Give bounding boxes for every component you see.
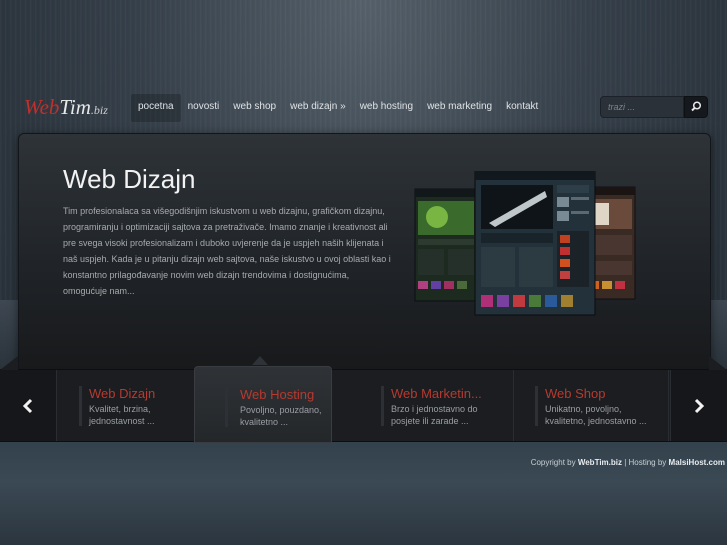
slide-title: Web Marketin... xyxy=(391,386,482,401)
chevron-left-icon xyxy=(22,398,33,414)
footer-separator: | Hosting by xyxy=(621,458,669,467)
search-input[interactable] xyxy=(600,96,684,118)
mockup-left-screen xyxy=(414,188,478,302)
footer-host-link[interactable]: MalsiHost.com xyxy=(669,458,725,467)
search-button[interactable] xyxy=(684,96,708,118)
slide-web-shop[interactable]: Web Shop Unikatno, povoljno, kvalitetno,… xyxy=(513,370,669,441)
slide-title: Web Hosting xyxy=(240,387,315,402)
hero-text: Tim profesionalaca sa višegodišnjim isku… xyxy=(63,206,391,296)
nav-item-novosti[interactable]: novosti xyxy=(181,94,227,122)
main-nav: pocetna novosti web shop web dizajn » we… xyxy=(131,94,545,122)
footer-prefix: Copyright by xyxy=(530,458,578,467)
nav-item-pocetna[interactable]: pocetna xyxy=(131,94,181,122)
slider-next-button[interactable] xyxy=(670,370,727,441)
hero-panel: Web Dizajn Tim profesionalaca sa višegod… xyxy=(18,133,711,371)
slide-marker xyxy=(535,386,538,426)
website-mockups-image xyxy=(414,171,636,316)
logo-biz-text: .biz xyxy=(90,103,108,117)
hero-title: Web Dizajn xyxy=(63,164,196,194)
footer-copyright: Copyright by WebTim.biz | Hosting by Mal… xyxy=(531,458,725,467)
active-slide-notch xyxy=(252,356,268,365)
logo-web-text: Web xyxy=(24,95,60,119)
slide-marker xyxy=(225,387,228,427)
slide-web-dizajn[interactable]: Web Dizajn Kvalitet, brzina, jednostavno… xyxy=(57,370,208,441)
slide-description: Unikatno, povoljno, kvalitetno, jednosta… xyxy=(545,404,647,426)
nav-item-kontakt[interactable]: kontakt xyxy=(499,94,545,122)
chevron-right-icon xyxy=(694,398,705,414)
search-box xyxy=(600,96,708,118)
slide-title: Web Shop xyxy=(545,386,606,401)
slide-marker xyxy=(79,386,82,426)
nav-item-web-hosting[interactable]: web hosting xyxy=(353,94,420,122)
nav-item-web-shop[interactable]: web shop xyxy=(226,94,283,122)
slider-prev-button[interactable] xyxy=(0,370,57,441)
slide-description: Povoljno, pouzdano, kvalitetno ... xyxy=(240,405,322,427)
magnifier-icon xyxy=(691,101,702,112)
logo[interactable]: WebTim.biz xyxy=(24,95,108,121)
slide-description: Brzo i jednostavno do posjete ili zarade… xyxy=(391,404,478,426)
nav-item-web-dizajn[interactable]: web dizajn » xyxy=(283,94,353,122)
feature-slider: Web Dizajn Kvalitet, brzina, jednostavno… xyxy=(0,356,727,443)
mockup-front-screen xyxy=(474,171,596,316)
footer-brand-link[interactable]: WebTim.biz xyxy=(578,458,622,467)
nav-item-web-marketing[interactable]: web marketing xyxy=(420,94,499,122)
slide-description: Kvalitet, brzina, jednostavnost ... xyxy=(89,404,155,426)
footer-area xyxy=(0,440,727,545)
slide-title: Web Dizajn xyxy=(89,386,156,401)
slide-web-marketing[interactable]: Web Marketin... Brzo i jednostavno do po… xyxy=(359,370,514,441)
slide-web-hosting[interactable]: Web Hosting Povoljno, pouzdano, kvalitet… xyxy=(194,366,332,443)
logo-tim-text: Tim xyxy=(59,95,91,119)
slide-marker xyxy=(381,386,384,426)
